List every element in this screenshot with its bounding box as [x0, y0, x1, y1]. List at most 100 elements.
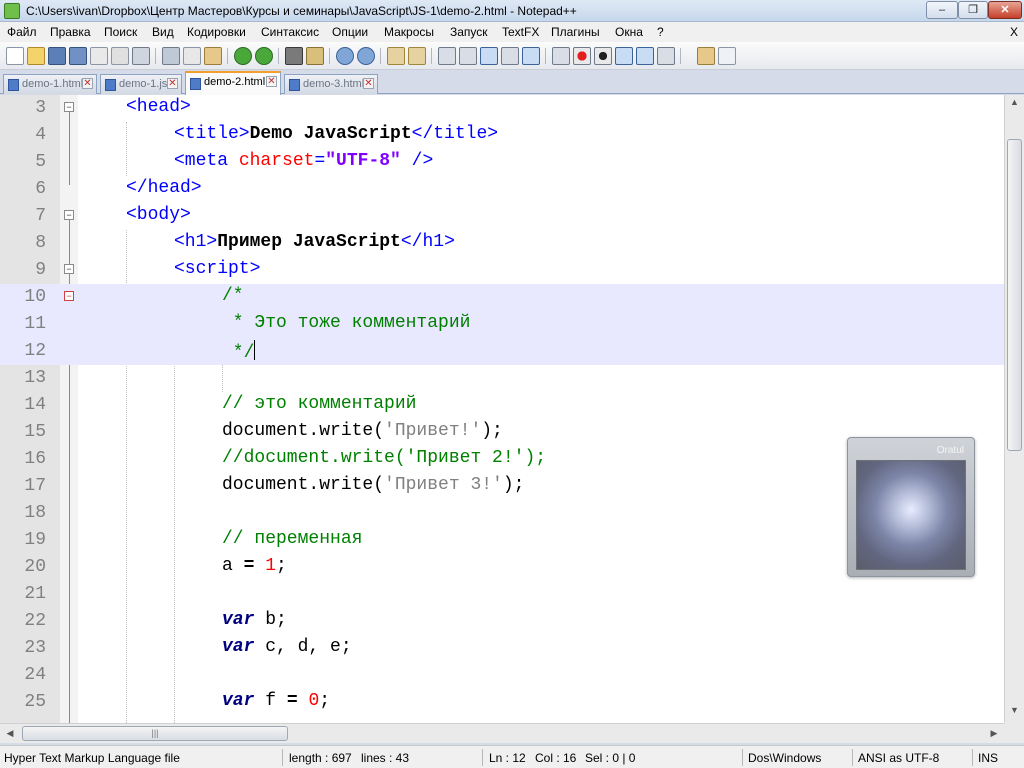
tab-close-icon[interactable]: ✕ — [167, 78, 178, 89]
copy-icon[interactable] — [183, 47, 201, 65]
horizontal-scrollbar[interactable]: ◀ ||| ▶ — [0, 723, 1004, 743]
scroll-up-icon[interactable]: ▲ — [1007, 97, 1022, 113]
tab-close-icon[interactable]: ✕ — [82, 78, 93, 89]
indent-guide-icon[interactable] — [480, 47, 498, 65]
redo-icon[interactable] — [255, 47, 273, 65]
print-icon[interactable] — [132, 47, 150, 65]
play-macro-icon[interactable] — [615, 47, 633, 65]
line-number: 14 — [24, 395, 46, 415]
minimize-button[interactable]: – — [926, 1, 958, 19]
stop-macro-icon[interactable] — [594, 47, 612, 65]
line-number: 16 — [24, 449, 46, 469]
spellcheck-icon[interactable] — [718, 47, 736, 65]
sync-v-icon[interactable] — [387, 47, 405, 65]
save-icon[interactable] — [48, 47, 66, 65]
code-line: 6 </head> — [0, 176, 1004, 203]
cut-icon[interactable] — [162, 47, 180, 65]
fold-toggle-icon[interactable]: − — [64, 264, 74, 274]
menu-plugins[interactable]: Плагины — [551, 25, 600, 39]
line-number: 13 — [24, 368, 46, 388]
menu-syntax[interactable]: Синтаксис — [261, 25, 319, 39]
open-file-icon[interactable] — [27, 47, 45, 65]
code-line: 22 var b; — [0, 608, 1004, 635]
show-all-chars-icon[interactable] — [459, 47, 477, 65]
show-symbol-icon[interactable] — [552, 47, 570, 65]
code-text: document.write('Привет!'); — [222, 421, 503, 441]
notepadpp-app-icon[interactable] — [4, 3, 20, 19]
scroll-right-icon[interactable]: ▶ — [986, 726, 1002, 741]
wrap-icon[interactable] — [438, 47, 456, 65]
fold-toggle-icon[interactable]: − — [64, 210, 74, 220]
menu-macros[interactable]: Макросы — [384, 25, 434, 39]
horizontal-scroll-thumb[interactable]: ||| — [22, 726, 288, 741]
save-all-icon[interactable] — [69, 47, 87, 65]
fold-icon[interactable] — [501, 47, 519, 65]
code-line-current: 12 */ — [0, 338, 1004, 365]
undo-icon[interactable] — [234, 47, 252, 65]
replace-icon[interactable] — [306, 47, 324, 65]
close-all-icon[interactable] — [111, 47, 129, 65]
desktop-gadget[interactable]: Oratul — [847, 437, 975, 577]
line-number: 4 — [35, 125, 46, 145]
line-number: 18 — [24, 503, 46, 523]
menu-bar: Файл Правка Поиск Вид Кодировки Синтакси… — [0, 22, 1024, 42]
menu-run[interactable]: Запуск — [450, 25, 488, 39]
gadget-orb-image — [856, 460, 966, 570]
menu-options[interactable]: Опции — [332, 25, 368, 39]
code-text: // это комментарий — [222, 394, 417, 414]
line-number: 3 — [35, 98, 46, 118]
line-number: 24 — [24, 665, 46, 685]
paste-icon[interactable] — [204, 47, 222, 65]
zoom-out-icon[interactable] — [357, 47, 375, 65]
tab-label: demo-1.html — [22, 78, 84, 90]
code-text: <body> — [126, 205, 191, 225]
code-line: 25 var f = 0; — [0, 689, 1004, 716]
close-window-button[interactable]: ✕ — [988, 1, 1022, 19]
play-multiple-icon[interactable] — [636, 47, 654, 65]
new-file-icon[interactable] — [6, 47, 24, 65]
scroll-down-icon[interactable]: ▼ — [1007, 705, 1022, 721]
menu-view[interactable]: Вид — [152, 25, 174, 39]
fold-toggle-icon[interactable]: − — [64, 102, 74, 112]
record-macro-icon[interactable] — [573, 47, 591, 65]
code-editor[interactable]: 3 − <head> 4 <title>Demo JavaScript</tit… — [0, 95, 1004, 723]
menu-encoding[interactable]: Кодировки — [187, 25, 246, 39]
line-number: 12 — [24, 341, 46, 361]
save-macro-icon[interactable] — [657, 47, 675, 65]
vertical-scroll-thumb[interactable] — [1007, 139, 1022, 451]
zoom-in-icon[interactable] — [336, 47, 354, 65]
sync-h-icon[interactable] — [408, 47, 426, 65]
menu-textfx[interactable]: TextFX — [502, 25, 539, 39]
tab-label: demo-3.html — [303, 78, 365, 90]
line-number: 10 — [24, 287, 46, 307]
tab-demo-3-html[interactable]: demo-3.html ✕ — [284, 74, 378, 94]
find-icon[interactable] — [285, 47, 303, 65]
code-text: // переменная — [222, 529, 363, 549]
unfold-icon[interactable] — [522, 47, 540, 65]
menu-help[interactable]: ? — [657, 25, 664, 39]
vertical-scrollbar[interactable]: ▲ ▼ — [1004, 95, 1024, 723]
fold-toggle-icon[interactable]: − — [64, 291, 74, 301]
tab-demo-2-html[interactable]: demo-2.html ✕ — [185, 71, 281, 95]
tab-demo-1-js[interactable]: demo-1.js ✕ — [100, 74, 182, 94]
menu-search[interactable]: Поиск — [104, 25, 137, 39]
code-line: 24 — [0, 662, 1004, 689]
menu-file[interactable]: Файл — [7, 25, 37, 39]
tab-demo-1-html[interactable]: demo-1.html ✕ — [3, 74, 97, 94]
close-document-button[interactable]: X — [1010, 25, 1018, 39]
status-separator — [972, 749, 973, 766]
tab-close-icon[interactable]: ✕ — [266, 76, 277, 87]
close-icon[interactable] — [90, 47, 108, 65]
toolbar-separator — [380, 48, 381, 64]
status-length: length : 697 — [289, 751, 352, 765]
status-file-type: Hyper Text Markup Language file — [4, 751, 180, 765]
line-number: 5 — [35, 152, 46, 172]
menu-windows[interactable]: Окна — [615, 25, 643, 39]
scroll-left-icon[interactable]: ◀ — [2, 726, 18, 741]
menu-edit[interactable]: Правка — [50, 25, 91, 39]
launch-icon[interactable] — [697, 47, 715, 65]
maximize-button[interactable]: ❐ — [958, 1, 988, 19]
tab-close-icon[interactable]: ✕ — [363, 78, 374, 89]
code-text: * Это тоже комментарий — [222, 313, 471, 333]
line-number: 17 — [24, 476, 46, 496]
